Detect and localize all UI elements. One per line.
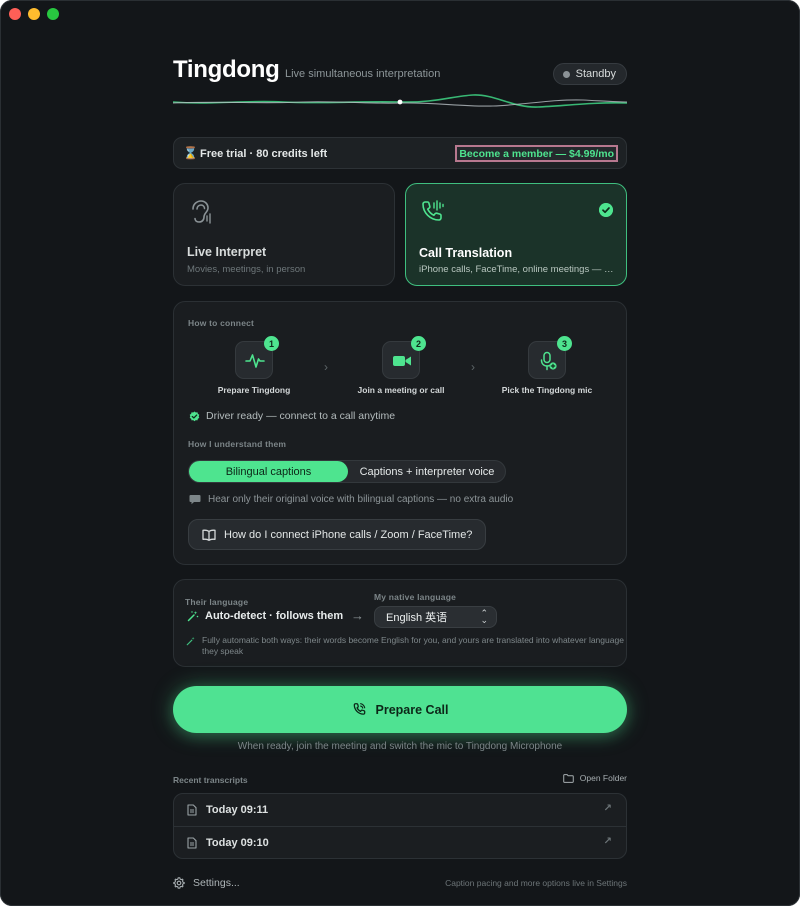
- selected-check-icon: [599, 203, 613, 217]
- audio-waveform: [173, 94, 627, 108]
- mode-title: Live Interpret: [187, 245, 267, 259]
- prepare-call-label: Prepare Call: [375, 702, 449, 717]
- connect-panel: How to connect 1 Prepare Tingdong › 2 Jo…: [173, 301, 627, 565]
- caption-mode-hint: Hear only their original voice with bili…: [189, 494, 513, 505]
- book-icon: [202, 529, 216, 541]
- chevron-right-icon: ›: [324, 360, 328, 374]
- settings-label: Settings...: [193, 877, 240, 889]
- native-language-label: My native language: [374, 592, 457, 602]
- check-badge-icon: [189, 410, 200, 421]
- settings-button[interactable]: Settings...: [173, 877, 240, 889]
- open-folder-label: Open Folder: [579, 773, 627, 783]
- auto-detect-text: Auto-detect · follows them: [205, 610, 344, 622]
- status-text: Standby: [575, 68, 616, 80]
- minimize-window-button[interactable]: [28, 8, 40, 20]
- open-folder-button[interactable]: Open Folder: [562, 773, 627, 783]
- header: Tingdong Live simultaneous interpretatio…: [173, 56, 627, 88]
- app-title: Tingdong: [173, 56, 280, 83]
- language-note-text: Fully automatic both ways: their words b…: [202, 635, 624, 656]
- hourglass-icon: ⌛: [183, 146, 198, 160]
- mode-title: Call Translation: [419, 246, 513, 260]
- maximize-window-button[interactable]: [47, 8, 59, 20]
- section-label-understand: How I understand them: [188, 439, 287, 449]
- ear-icon: [192, 200, 211, 224]
- waveform-icon: [245, 354, 265, 368]
- chevron-up-down-icon: ⌃ ⌄: [480, 608, 488, 625]
- trial-text: Free trial · 80 credits left: [200, 148, 328, 160]
- recent-transcripts-list: Today 09:11 ↗ Today 09:10 ↗: [173, 793, 627, 859]
- arrow-up-right-icon: ↗: [603, 836, 612, 847]
- app-subtitle: Live simultaneous interpretation: [285, 68, 441, 80]
- status-badge: Standby: [552, 63, 627, 85]
- connect-help-label: How do I connect iPhone calls / Zoom / F…: [224, 528, 473, 541]
- transcript-item[interactable]: Today 09:10 ↗: [174, 826, 626, 858]
- document-icon: [187, 836, 197, 849]
- document-icon: [187, 804, 197, 816]
- step-number-badge: 3: [557, 336, 572, 351]
- their-language-label: Their language: [185, 597, 249, 607]
- step-prepare: 1 Prepare Tingdong: [184, 336, 324, 395]
- step-icon-box: 1: [235, 336, 279, 379]
- step-icon-box: 3: [528, 336, 572, 379]
- app-window: Tingdong Live simultaneous interpretatio…: [0, 0, 800, 906]
- mode-description: iPhone calls, FaceTime, online meetings …: [419, 264, 615, 275]
- become-member-button[interactable]: Become a member — $4.99/mo: [455, 145, 618, 162]
- status-dot-icon: [562, 70, 570, 78]
- their-language-value: Auto-detect · follows them: [187, 610, 343, 622]
- language-note: Fully automatic both ways: their words b…: [186, 635, 626, 657]
- native-language-select[interactable]: English 英语 ⌃ ⌄: [374, 606, 497, 628]
- caption-mode-hint-text: Hear only their original voice with bili…: [208, 494, 514, 505]
- window-controls: [9, 8, 59, 20]
- transcript-time: Today 09:10: [206, 836, 269, 849]
- mode-live-interpret[interactable]: Live Interpret Movies, meetings, in pers…: [173, 183, 395, 286]
- gear-icon: [173, 877, 185, 889]
- driver-status-text: Driver ready — connect to a call anytime: [206, 410, 396, 422]
- magic-wand-icon: [187, 611, 199, 622]
- language-panel: Their language Auto-detect · follows the…: [173, 579, 627, 667]
- transcript-time: Today 09:11: [206, 804, 269, 816]
- step-number-badge: 2: [411, 336, 426, 351]
- prepare-call-hint: When ready, join the meeting and switch …: [237, 741, 563, 752]
- arrow-right-icon: →: [351, 608, 364, 623]
- section-label-connect: How to connect: [188, 318, 255, 328]
- step-label: Pick the Tingdong mic: [501, 385, 593, 395]
- close-window-button[interactable]: [9, 8, 21, 20]
- mode-description: Movies, meetings, in person: [187, 264, 306, 275]
- transcript-item[interactable]: Today 09:11 ↗: [174, 794, 626, 826]
- folder-icon: [562, 773, 574, 783]
- settings-hint: Caption pacing and more options live in …: [445, 878, 627, 888]
- connect-help-button[interactable]: How do I connect iPhone calls / Zoom / F…: [188, 519, 487, 550]
- driver-status: Driver ready — connect to a call anytime: [189, 410, 395, 422]
- magic-wand-small-icon: [186, 636, 195, 646]
- step-pick-mic: 3 Pick the Tingdong mic: [477, 336, 617, 395]
- arrow-up-right-icon: ↗: [603, 803, 612, 814]
- step-label: Join a meeting or call: [357, 385, 445, 395]
- step-join: 2 Join a meeting or call: [331, 336, 471, 395]
- step-number-badge: 1: [264, 336, 279, 351]
- video-icon: [393, 356, 411, 366]
- chevron-right-icon: ›: [471, 360, 475, 374]
- speech-bubble-icon: [189, 495, 201, 505]
- mode-call-translation[interactable]: Call Translation iPhone calls, FaceTime,…: [405, 183, 627, 286]
- step-label: Prepare Tingdong: [217, 385, 291, 395]
- option-bilingual-captions[interactable]: Bilingual captions: [189, 461, 348, 482]
- mic-icon: [540, 351, 557, 371]
- phone-waves-icon: [422, 200, 444, 221]
- caption-mode-segmented-control: Bilingual captions Captions + interprete…: [188, 460, 506, 483]
- prepare-call-button[interactable]: Prepare Call: [173, 686, 627, 733]
- step-icon-box: 2: [382, 336, 426, 379]
- option-captions-interpreter-voice[interactable]: Captions + interpreter voice: [348, 461, 506, 482]
- trial-bar: ⌛ Free trial · 80 credits left Become a …: [173, 137, 627, 169]
- native-language-value: English 英语: [386, 612, 448, 624]
- recent-transcripts-label: Recent transcripts: [173, 775, 248, 785]
- phone-icon: [353, 703, 365, 715]
